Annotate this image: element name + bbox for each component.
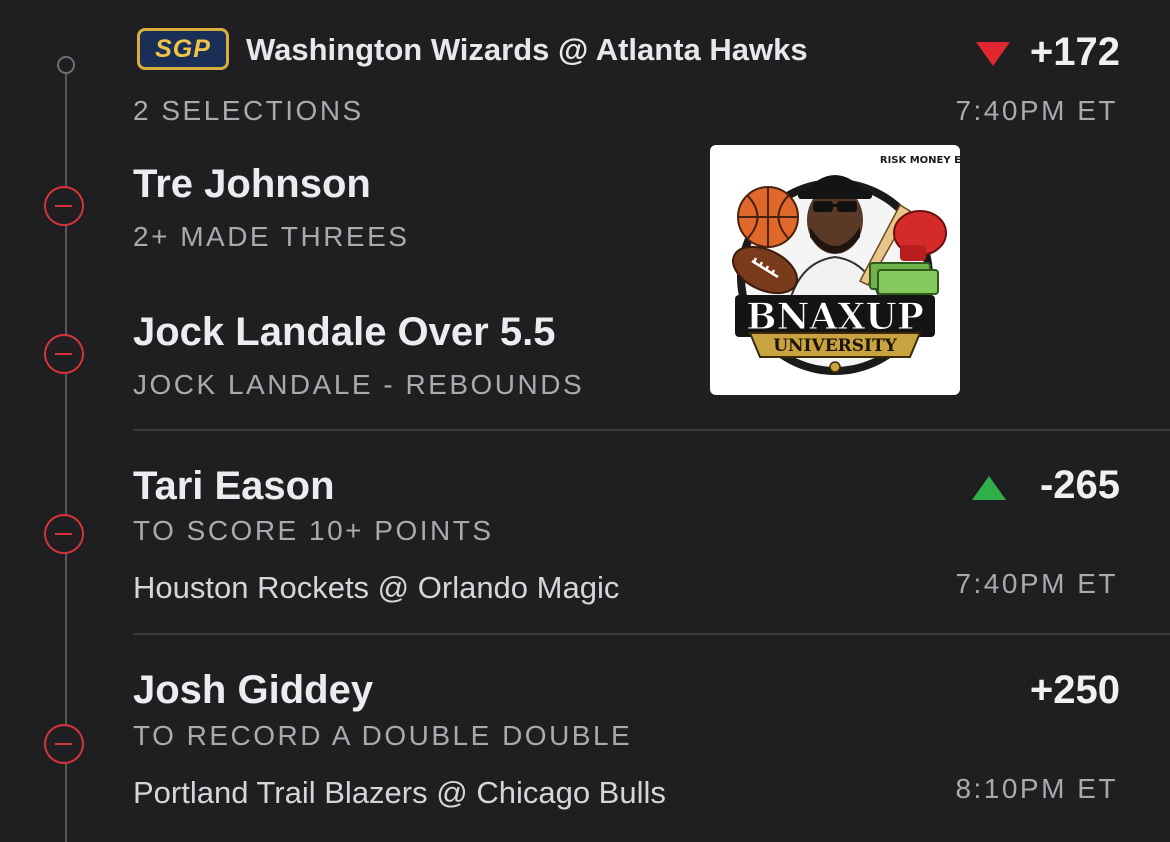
odds-down-arrow-icon	[976, 42, 1010, 66]
bnaxup-university-logo: BNAXUP UNIVERSITY RISK MONEY ENT	[710, 145, 960, 395]
leg-market: JOCK LANDALE - REBOUNDS	[133, 369, 585, 400]
logo-main-text: BNAXUP	[746, 296, 924, 338]
minus-icon	[55, 204, 72, 207]
remove-leg-button[interactable]	[44, 334, 84, 374]
leg-player-name: Tre Johnson	[133, 162, 371, 206]
leg-player-name: Jock Landale Over 5.5	[133, 310, 556, 354]
minus-icon	[55, 742, 72, 745]
bet-market: TO RECORD A DOUBLE DOUBLE	[133, 720, 633, 751]
bet-game-time: 7:40PM ET	[955, 568, 1118, 599]
sgp-badge: SGP	[137, 28, 229, 70]
bet-divider	[133, 633, 1170, 635]
selections-count: 2 SELECTIONS	[133, 95, 364, 126]
bet-game-time: 8:10PM ET	[955, 773, 1118, 804]
odds-up-arrow-icon	[972, 476, 1006, 500]
minus-icon	[55, 532, 72, 535]
bet-divider	[133, 429, 1170, 431]
bet-player-name: Josh Giddey	[133, 668, 374, 712]
sgp-game-time: 7:40PM ET	[955, 95, 1118, 126]
leg-market: 2+ MADE THREES	[133, 221, 410, 252]
logo-ribbon-text: UNIVERSITY	[773, 336, 897, 356]
minus-icon	[55, 352, 72, 355]
bet-matchup: Houston Rockets @ Orlando Magic	[133, 570, 620, 605]
bet-odds: +250	[1029, 668, 1120, 712]
remove-leg-button[interactable]	[44, 514, 84, 554]
sgp-odds: +172	[1029, 30, 1120, 74]
remove-leg-button[interactable]	[44, 186, 84, 226]
bet-player-name: Tari Eason	[133, 464, 335, 508]
bet-odds: -265	[1039, 463, 1120, 507]
timeline-start-node	[57, 56, 75, 74]
remove-leg-button[interactable]	[44, 724, 84, 764]
bet-market: TO SCORE 10+ POINTS	[133, 515, 494, 546]
logo-top-text: RISK MONEY ENT	[880, 155, 960, 166]
bet-matchup: Portland Trail Blazers @ Chicago Bulls	[133, 775, 666, 810]
sgp-game-title: Washington Wizards @ Atlanta Hawks	[246, 32, 808, 67]
